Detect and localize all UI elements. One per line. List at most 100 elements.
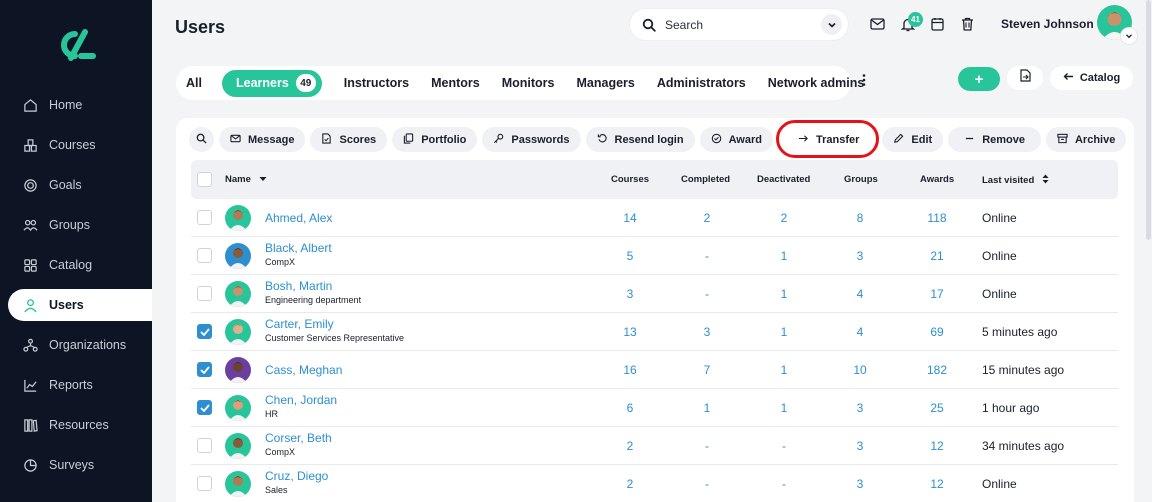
- column-header-deactivated[interactable]: Deactivated: [757, 174, 810, 185]
- cell-awards[interactable]: 118: [917, 211, 957, 225]
- column-header-awards[interactable]: Awards: [920, 174, 954, 185]
- cell-courses[interactable]: 13: [610, 325, 650, 339]
- avatar[interactable]: [225, 433, 251, 459]
- trash-icon[interactable]: [958, 13, 977, 35]
- cell-courses[interactable]: 6: [610, 401, 650, 415]
- search-bar[interactable]: Search: [630, 9, 848, 40]
- cell-courses[interactable]: 3: [610, 287, 650, 301]
- avatar[interactable]: [225, 395, 251, 421]
- sidebar-item-home[interactable]: Home: [0, 85, 152, 125]
- sidebar-item-groups[interactable]: Groups: [0, 205, 152, 245]
- cell-awards[interactable]: 12: [917, 477, 957, 491]
- cell-groups[interactable]: 3: [840, 249, 880, 263]
- tab-instructors[interactable]: Instructors: [344, 76, 409, 90]
- row-checkbox[interactable]: [197, 286, 212, 301]
- column-header-last-visited[interactable]: Last visited: [982, 174, 1049, 187]
- cell-completed[interactable]: 7: [687, 363, 727, 377]
- tab-network-admins[interactable]: Network admins: [768, 76, 865, 90]
- cell-courses[interactable]: 2: [610, 477, 650, 491]
- sidebar-item-users[interactable]: Users: [8, 289, 152, 321]
- more-options-icon[interactable]: [862, 73, 866, 90]
- cell-groups[interactable]: 3: [840, 439, 880, 453]
- table-row[interactable]: Ahmed, Alex 14 2 2 8 118 Online: [191, 199, 1118, 237]
- cell-awards[interactable]: 25: [917, 401, 957, 415]
- user-name-link[interactable]: Carter, Emily: [265, 317, 334, 331]
- row-checkbox[interactable]: [197, 438, 212, 453]
- cell-awards[interactable]: 21: [917, 249, 957, 263]
- cell-deactivated[interactable]: 1: [764, 249, 804, 263]
- avatar[interactable]: [225, 471, 251, 497]
- chevron-down-icon[interactable]: [1121, 28, 1137, 44]
- scrollbar[interactable]: [1146, 0, 1151, 240]
- resend-login-button[interactable]: Resend login: [585, 127, 695, 152]
- table-row[interactable]: Cass, Meghan 16 7 1 10 182 15 minutes ago: [191, 351, 1118, 389]
- column-header-completed[interactable]: Completed: [681, 174, 730, 185]
- cell-awards[interactable]: 182: [917, 363, 957, 377]
- add-user-button[interactable]: +: [958, 67, 1000, 91]
- catalog-button[interactable]: Catalog: [1050, 66, 1133, 90]
- user-name-link[interactable]: Black, Albert: [265, 241, 332, 255]
- cell-deactivated[interactable]: 1: [764, 287, 804, 301]
- award-button[interactable]: Award: [699, 127, 773, 152]
- export-button[interactable]: [1007, 66, 1043, 90]
- cell-deactivated[interactable]: 1: [764, 363, 804, 377]
- user-name-link[interactable]: Bosh, Martin: [265, 279, 332, 293]
- cell-courses[interactable]: 5: [610, 249, 650, 263]
- user-name-link[interactable]: Chen, Jordan: [265, 393, 337, 407]
- cell-deactivated[interactable]: 1: [764, 325, 804, 339]
- cell-deactivated[interactable]: 1: [764, 401, 804, 415]
- cell-groups[interactable]: 10: [840, 363, 880, 377]
- cell-groups[interactable]: 4: [840, 325, 880, 339]
- row-checkbox[interactable]: [197, 476, 212, 491]
- tab-mentors[interactable]: Mentors: [431, 76, 480, 90]
- avatar[interactable]: [225, 319, 251, 345]
- row-checkbox[interactable]: [197, 400, 212, 415]
- cell-groups[interactable]: 8: [840, 211, 880, 225]
- user-name[interactable]: Steven Johnson: [1001, 17, 1094, 31]
- tab-managers[interactable]: Managers: [577, 76, 635, 90]
- scores-button[interactable]: Scores: [310, 127, 388, 152]
- user-name-link[interactable]: Corser, Beth: [265, 431, 332, 445]
- calendar-icon[interactable]: [928, 13, 947, 35]
- cell-completed[interactable]: 3: [687, 325, 727, 339]
- chevron-down-icon[interactable]: [821, 14, 842, 35]
- transfer-button[interactable]: Transfer: [777, 127, 878, 152]
- cell-courses[interactable]: 14: [610, 211, 650, 225]
- user-name-link[interactable]: Ahmed, Alex: [265, 211, 332, 225]
- cell-awards[interactable]: 12: [917, 439, 957, 453]
- user-name-link[interactable]: Cass, Meghan: [265, 363, 342, 377]
- cell-groups[interactable]: 3: [840, 401, 880, 415]
- sidebar-item-goals[interactable]: Goals: [0, 165, 152, 205]
- sidebar-item-courses[interactable]: Courses: [0, 125, 152, 165]
- sidebar-item-reports[interactable]: Reports: [0, 365, 152, 405]
- column-header-name[interactable]: Name: [225, 174, 267, 185]
- cell-groups[interactable]: 4: [840, 287, 880, 301]
- sidebar-item-resources[interactable]: Resources: [0, 405, 152, 445]
- avatar[interactable]: [225, 205, 251, 231]
- table-row[interactable]: Carter, Emily Customer Services Represent…: [191, 313, 1118, 351]
- row-checkbox[interactable]: [197, 248, 212, 263]
- mail-icon[interactable]: [868, 13, 887, 35]
- passwords-button[interactable]: Passwords: [482, 127, 581, 152]
- tab-monitors[interactable]: Monitors: [502, 76, 555, 90]
- table-row[interactable]: Bosh, Martin Engineering department 3 - 1 4 17…: [191, 275, 1118, 313]
- table-row[interactable]: Black, Albert CompX 5 - 1 3 21 Online: [191, 237, 1118, 275]
- cell-awards[interactable]: 17: [917, 287, 957, 301]
- user-name-link[interactable]: Cruz, Diego: [265, 469, 328, 483]
- table-row[interactable]: Corser, Beth CompX 2 - - 3 12 34 minutes ago: [191, 427, 1118, 465]
- tab-administrators[interactable]: Administrators: [657, 76, 746, 90]
- column-header-courses[interactable]: Courses: [611, 174, 649, 185]
- column-header-groups[interactable]: Groups: [844, 174, 878, 185]
- message-button[interactable]: Message: [219, 127, 306, 152]
- cell-completed[interactable]: 1: [687, 401, 727, 415]
- remove-button[interactable]: Remove: [948, 127, 1041, 152]
- tab-all[interactable]: All: [186, 76, 202, 90]
- avatar[interactable]: [225, 357, 251, 383]
- app-logo[interactable]: [55, 28, 97, 62]
- row-checkbox[interactable]: [197, 210, 212, 225]
- cell-completed[interactable]: 2: [687, 211, 727, 225]
- avatar[interactable]: [225, 281, 251, 307]
- table-row[interactable]: Cruz, Diego Sales 2 - - 3 12 Online: [191, 465, 1118, 502]
- sidebar-item-organizations[interactable]: Organizations: [0, 325, 152, 365]
- row-checkbox[interactable]: [197, 324, 212, 339]
